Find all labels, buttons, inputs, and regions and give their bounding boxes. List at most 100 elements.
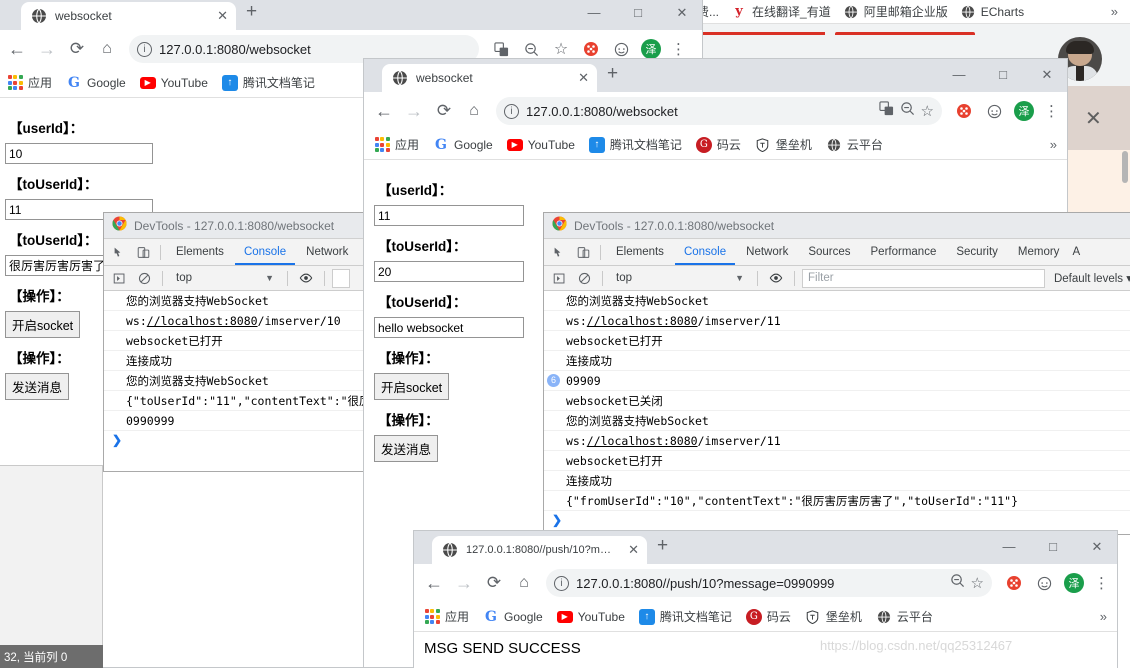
devtools-tab-sources[interactable]: Sources [799,239,859,265]
close-button[interactable]: ✕ [660,0,702,29]
reload-button[interactable]: ⟳ [63,35,91,63]
execute-icon[interactable] [548,267,570,289]
bookmark-overflow-chevron[interactable]: » [1111,4,1120,19]
minimize-button[interactable]: — [572,0,616,29]
context-selector[interactable]: top ▼ [170,272,280,284]
devtools-window-right[interactable]: DevTools - 127.0.0.1:8080/websocket Elem… [543,212,1130,535]
send-message-button[interactable]: 发送消息 [374,435,439,462]
browser-tab[interactable]: websocket ✕ [382,64,597,92]
maximize-button[interactable]: □ [616,0,660,29]
profile-avatar[interactable]: 泽 [1010,97,1038,125]
home-button[interactable]: ⌂ [93,35,121,63]
window-controls[interactable]: — □ ✕ [987,531,1117,563]
address-bar[interactable]: i 127.0.0.1:8080//push/10?message=099099… [546,569,992,597]
bookmark-apps[interactable]: 应用 [374,136,419,153]
site-info-icon[interactable]: i [554,575,569,591]
bookmark-cloud-platform[interactable]: 云平台 [826,136,883,153]
tab-close-icon[interactable]: ✕ [211,8,228,24]
console-prompt[interactable]: ❯ [544,511,1130,529]
devtools-tab-elements[interactable]: Elements [607,239,673,265]
execute-icon[interactable] [108,267,130,289]
forward-button[interactable]: → [450,569,478,597]
bookmark-star-icon[interactable]: ☆ [971,574,984,592]
toolbar[interactable]: ← → ⟳ ⌂ i 127.0.0.1:8080//push/10?messag… [414,564,1117,602]
bookmark-bastion[interactable]: 堡垒机 [755,136,812,153]
log-levels-dropdown[interactable]: Default levels ▾ [1048,271,1130,285]
home-button[interactable]: ⌂ [460,97,488,125]
forward-button[interactable]: → [33,35,61,63]
device-toggle-icon[interactable] [132,241,154,263]
bookmark-item[interactable]: y 在线翻译_有道 [731,3,830,20]
close-button[interactable]: ✕ [1075,531,1117,563]
site-info-icon[interactable]: i [137,41,152,57]
bookmark-item[interactable]: 阿里邮箱企业版 [843,3,948,20]
devtools-tab-network[interactable]: Network [737,239,797,265]
devtools-tab-network[interactable]: Network [297,239,357,265]
devtools-console-toolbar[interactable]: top ▼ Filter Default levels ▾ [544,266,1130,291]
console-filter-input[interactable]: Filter [802,268,1045,288]
address-bar[interactable]: i 127.0.0.1:8080/websocket ☆ [496,97,942,125]
bookmark-youtube[interactable]: ▶ YouTube [506,138,575,152]
zoom-out-icon[interactable] [900,101,915,121]
browser-tab[interactable]: websocket ✕ [21,2,236,30]
tab-close-icon[interactable]: ✕ [622,542,639,558]
tab-close-icon[interactable]: ✕ [572,70,589,86]
bookmark-overflow-chevron[interactable]: » [1050,137,1059,152]
console-link[interactable]: //localhost:8080 [587,314,698,328]
userid-input[interactable] [374,205,524,226]
clear-console-icon[interactable] [133,267,155,289]
inspect-icon[interactable] [108,241,130,263]
new-tab-button[interactable]: + [236,2,267,25]
devtools-tabbar[interactable]: Elements Console Network [104,239,365,266]
devtools-tab-performance[interactable]: Performance [862,239,946,265]
bookmark-bastion[interactable]: 堡垒机 [805,608,862,625]
devtools-tab-security[interactable]: Security [947,239,1007,265]
back-button[interactable]: ← [370,97,398,125]
devtools-tab-application[interactable]: A [1070,239,1082,265]
browser-menu-icon[interactable]: ⋮ [1090,574,1113,592]
zoom-out-icon[interactable] [950,573,965,593]
touserid-input[interactable] [374,261,524,282]
reload-button[interactable]: ⟳ [430,97,458,125]
minimize-button[interactable]: — [937,59,981,91]
devtools-tab-memory[interactable]: Memory [1009,239,1069,265]
bookmark-overflow-chevron[interactable]: » [1100,609,1109,624]
profile-avatar[interactable]: 泽 [1060,569,1088,597]
toolbar[interactable]: ← → ⟳ ⌂ i 127.0.0.1:8080/websocket ☆ 泽 ⋮ [364,92,1067,130]
device-toggle-icon[interactable] [572,241,594,263]
devtools-window-left[interactable]: DevTools - 127.0.0.1:8080/websocket Elem… [103,212,366,472]
bookmark-tencent-docs[interactable]: ↑ 腾讯文档笔记 [638,608,732,625]
browser-menu-icon[interactable]: ⋮ [667,40,690,58]
clear-console-icon[interactable] [573,267,595,289]
bookmark-gitee[interactable]: G 码云 [745,608,791,625]
home-button[interactable]: ⌂ [510,569,538,597]
content-input[interactable] [374,317,524,338]
tabstrip[interactable]: websocket ✕ + — □ ✕ [0,0,702,30]
console-link[interactable]: //localhost:8080 [147,314,258,328]
bookmark-google[interactable]: G Google [66,75,126,91]
eye-icon[interactable] [765,267,787,289]
maximize-button[interactable]: □ [981,59,1025,91]
bookmark-bar[interactable]: 应用 G Google ▶ YouTube ↑ 腾讯文档笔记 G 码云 堡垒机 … [364,130,1067,160]
console-output[interactable]: 您的浏览器支持WebSocket ws://localhost:8080/ims… [104,291,365,467]
bg-bookmark-bar[interactable]: 免费... y 在线翻译_有道 阿里邮箱企业版 ECharts » [660,0,1130,24]
console-output[interactable]: 您的浏览器支持WebSocket ws://localhost:8080/ims… [544,291,1130,534]
window-controls[interactable]: — □ ✕ [572,0,702,29]
devtools-tabbar[interactable]: Elements Console Network Sources Perform… [544,239,1130,266]
bookmark-bar[interactable]: 应用 G Google ▶ YouTube ↑ 腾讯文档笔记 G 码云 堡垒机 … [414,602,1117,632]
site-info-icon[interactable]: i [504,103,519,119]
tabstrip[interactable]: websocket ✕ + — □ ✕ [364,59,1067,92]
tabstrip[interactable]: 127.0.0.1:8080//push/10?mess ✕ + — □ ✕ [414,531,1117,564]
context-selector[interactable]: top ▼ [610,272,750,284]
browser-tab[interactable]: 127.0.0.1:8080//push/10?mess ✕ [432,536,647,564]
new-tab-button[interactable]: + [597,64,628,87]
console-prompt[interactable]: ❯ [104,431,365,449]
bookmark-gitee[interactable]: G 码云 [695,136,741,153]
bookmark-apps[interactable]: 应用 [7,74,52,91]
puzzle-icon[interactable] [1000,569,1028,597]
maximize-button[interactable]: □ [1031,531,1075,563]
new-tab-button[interactable]: + [647,536,678,559]
minimize-button[interactable]: — [987,531,1031,563]
eye-icon[interactable] [295,267,317,289]
scrollbar-thumb[interactable] [1122,151,1128,183]
